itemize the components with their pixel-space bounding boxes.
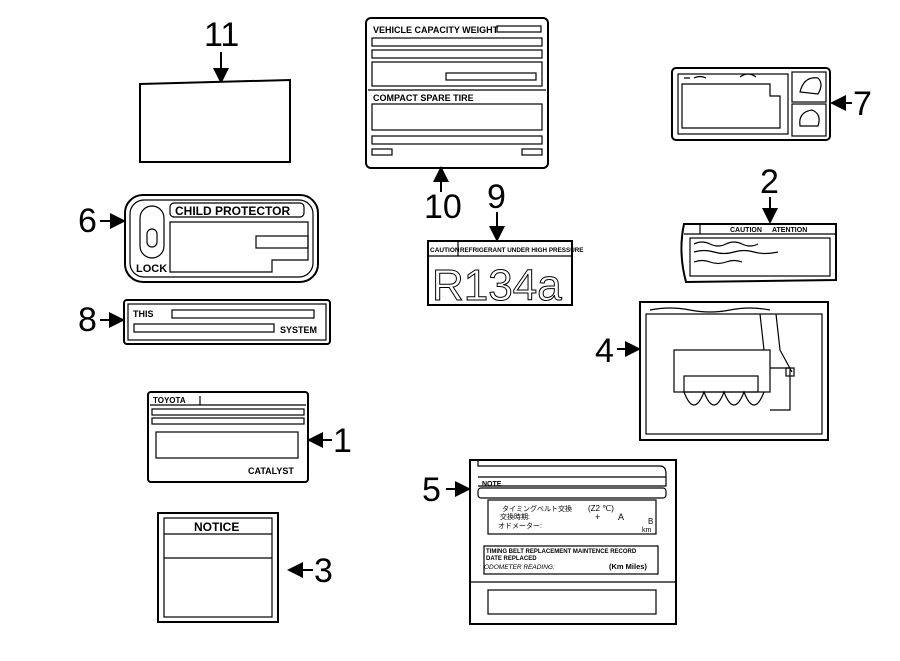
diagram-canvas: 11 VEHICLE CAPACITY WEIGHT COMPACT SPARE… bbox=[78, 16, 872, 625]
callout-6: 6 bbox=[78, 202, 97, 240]
part-1-catalyst-label[interactable]: TOYOTA CATALYST 1 bbox=[147, 391, 352, 483]
label-8-system: SYSTEM bbox=[280, 325, 317, 335]
label-5-plus: + bbox=[595, 512, 600, 522]
callout-1: 1 bbox=[333, 422, 352, 460]
callout-9: 9 bbox=[487, 178, 506, 216]
label-5-jp1: タイミングベルト交換 bbox=[502, 504, 572, 513]
callout-11: 11 bbox=[204, 16, 239, 54]
label-6-title: CHILD PROTECTOR bbox=[175, 204, 290, 218]
label-5-record: TIMING BELT REPLACEMENT MAINTENCE RECORD bbox=[486, 549, 637, 555]
part-2-caution-label[interactable]: 2 CAUTION ATENTION bbox=[680, 163, 837, 284]
label-8-this: THIS bbox=[133, 309, 154, 319]
label-5-note: NOTE bbox=[482, 481, 502, 488]
part-6-child-protector-label[interactable]: CHILD PROTECTOR LOCK 6 bbox=[78, 194, 319, 283]
label-11-outline bbox=[139, 78, 291, 163]
label-1-brand: TOYOTA bbox=[153, 396, 186, 405]
label-1-catalyst: CATALYST bbox=[248, 466, 294, 476]
part-11-blank-label[interactable]: 11 bbox=[139, 16, 291, 163]
label-5-odometer: ODOMETER READING: bbox=[484, 564, 555, 571]
label-5-jp3: オドメーター: bbox=[498, 521, 542, 530]
label-5-a: A bbox=[618, 512, 624, 522]
part-3-notice-label[interactable]: NOTICE 3 bbox=[157, 512, 333, 623]
part-10-vehicle-capacity-label[interactable]: VEHICLE CAPACITY WEIGHT COMPACT SPARE TI… bbox=[365, 17, 549, 226]
label-9-caution: CAUTION bbox=[430, 247, 460, 254]
label-3-title: NOTICE bbox=[194, 520, 239, 534]
label-5-jp2: 交換時期: bbox=[500, 512, 530, 521]
label-9-warning: REFRIGERANT UNDER HIGH PRESSURE bbox=[460, 247, 584, 254]
label-2-atention: ATENTION bbox=[772, 227, 807, 234]
label-5-date: DATE REPLACED bbox=[486, 556, 537, 562]
emission-labels-diagram: 11 VEHICLE CAPACITY WEIGHT COMPACT SPARE… bbox=[0, 0, 900, 661]
callout-3: 3 bbox=[314, 552, 333, 590]
part-4-vacuum-hose-label[interactable]: 4 bbox=[595, 301, 829, 441]
label-8-outline bbox=[123, 299, 331, 345]
callout-8: 8 bbox=[78, 301, 97, 339]
label-10-title: VEHICLE CAPACITY WEIGHT bbox=[373, 25, 499, 35]
callout-5: 5 bbox=[422, 471, 441, 509]
label-6-lock: LOCK bbox=[136, 263, 167, 275]
label-5-z: (Z2 ℃) bbox=[588, 504, 614, 513]
label-4-outline bbox=[639, 301, 829, 441]
callout-10: 10 bbox=[424, 188, 462, 226]
label-5-units: (Km Miles) bbox=[609, 562, 647, 571]
label-5-km: km bbox=[642, 527, 652, 534]
callout-4: 4 bbox=[595, 332, 614, 370]
part-5-timing-belt-label[interactable]: NOTE タイミングベルト交換 交換時期: オドメーター: (Z2 ℃) + A… bbox=[422, 459, 677, 625]
label-2-caution: CAUTION bbox=[730, 227, 762, 234]
callout-7: 7 bbox=[853, 85, 872, 123]
callout-2: 2 bbox=[760, 163, 779, 201]
part-7-label[interactable]: 7 bbox=[671, 67, 872, 141]
part-8-system-label[interactable]: THIS SYSTEM 8 bbox=[78, 299, 331, 345]
label-9-refrigerant: R134a bbox=[432, 261, 562, 310]
label-10-spare: COMPACT SPARE TIRE bbox=[373, 93, 474, 103]
label-5-b: B bbox=[648, 517, 653, 526]
